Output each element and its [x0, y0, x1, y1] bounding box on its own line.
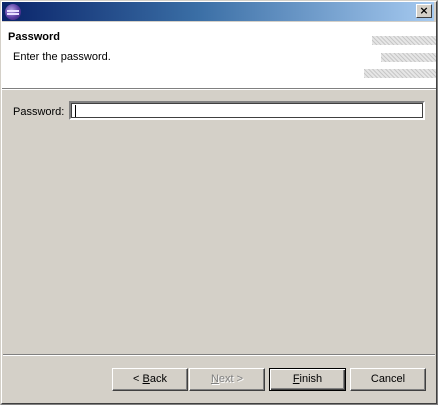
finish-suffix: inish: [299, 373, 323, 385]
password-dialog: × Password Enter the password. Password:…: [0, 0, 438, 405]
eclipse-icon[interactable]: [5, 4, 21, 20]
page-title: Password: [8, 31, 60, 43]
finish-button[interactable]: Finish: [269, 368, 346, 391]
finish-mnemonic: F: [292, 373, 300, 385]
button-separator-highlight: [3, 355, 435, 356]
password-field[interactable]: [69, 101, 425, 120]
wizard-banner-image: [361, 36, 436, 86]
close-button[interactable]: ×: [416, 4, 432, 18]
text-caret: [75, 105, 76, 117]
back-mnemonic: B: [142, 373, 150, 385]
back-prefix: <: [133, 373, 143, 385]
password-label: Password:: [13, 106, 65, 118]
next-button[interactable]: Next >: [189, 368, 265, 391]
cancel-button[interactable]: Cancel: [350, 368, 426, 391]
back-suffix: ack: [149, 373, 167, 385]
next-mnemonic: N: [210, 373, 219, 385]
back-button[interactable]: < Back: [112, 368, 188, 391]
wizard-header: Password Enter the password.: [2, 22, 436, 90]
title-bar[interactable]: ×: [2, 2, 434, 21]
page-description: Enter the password.: [13, 51, 111, 63]
next-suffix: ext >: [218, 373, 244, 385]
